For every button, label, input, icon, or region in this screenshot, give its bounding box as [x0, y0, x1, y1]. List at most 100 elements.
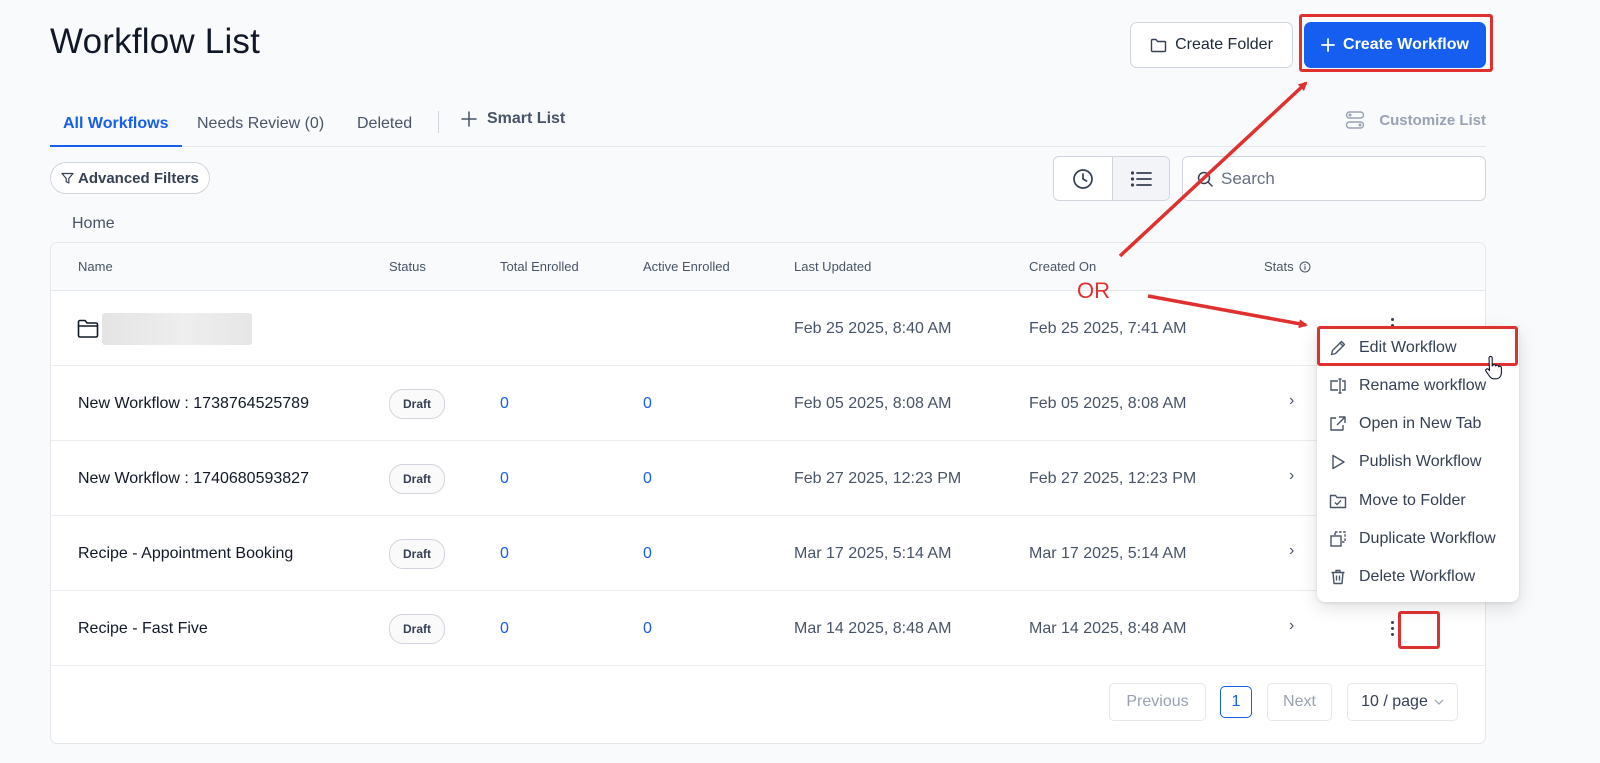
table-row[interactable]: Recipe - Fast Five Draft 0 0 Mar 14 2025…	[51, 591, 1485, 666]
customize-list-label: Customize List	[1379, 111, 1486, 129]
list-icon	[1130, 170, 1152, 187]
customize-icon	[1346, 111, 1365, 129]
workflow-table: Name Status Total Enrolled Active Enroll…	[50, 242, 1486, 744]
advanced-filters-label: Advanced Filters	[78, 169, 199, 187]
info-icon[interactable]	[1299, 261, 1311, 273]
menu-item-label: Duplicate Workflow	[1359, 530, 1496, 547]
smart-list-button[interactable]: Smart List	[461, 110, 565, 128]
last-updated-cell: Feb 05 2025, 8:08 AM	[794, 394, 952, 412]
menu-item-label: Publish Workflow	[1359, 453, 1482, 470]
recent-view-button[interactable]	[1054, 157, 1112, 200]
workflow-name-cell[interactable]: Recipe - Appointment Booking	[78, 516, 293, 591]
total-enrolled-cell[interactable]: 0	[500, 441, 509, 516]
row-actions-button[interactable]	[1387, 615, 1397, 641]
menu-item-delete-workflow[interactable]: Delete Workflow	[1317, 558, 1519, 596]
status-badge: Draft	[389, 388, 446, 419]
last-updated-cell: Mar 14 2025, 8:48 AM	[794, 619, 952, 637]
folder-move-icon	[1329, 494, 1347, 509]
workflow-name-cell[interactable]: New Workflow : 1740680593827	[78, 441, 309, 516]
search-icon	[1197, 171, 1213, 187]
page-size-select[interactable]: 10 / page	[1347, 683, 1458, 721]
status-badge: Draft	[389, 463, 446, 494]
create-folder-button[interactable]: Create Folder	[1130, 22, 1293, 68]
menu-item-label: Edit Workflow	[1359, 339, 1457, 356]
created-on-cell: Feb 27 2025, 12:23 PM	[1029, 469, 1197, 487]
created-on-cell: Feb 05 2025, 8:08 AM	[1029, 394, 1187, 412]
tab-all-workflows[interactable]: All Workflows	[50, 111, 182, 147]
create-folder-label: Create Folder	[1175, 36, 1273, 53]
menu-item-label: Delete Workflow	[1359, 568, 1476, 585]
table-row[interactable]: New Workflow : 1738764525789 Draft 0 0 F…	[51, 366, 1485, 441]
view-toggle	[1053, 156, 1170, 201]
table-row[interactable]: Feb 25 2025, 8:40 AM Feb 25 2025, 7:41 A…	[51, 291, 1485, 366]
status-cell: Draft	[389, 516, 446, 591]
menu-item-publish-workflow[interactable]: Publish Workflow	[1317, 443, 1519, 481]
search-field	[1182, 156, 1486, 201]
column-header-last-updated[interactable]: Last Updated	[794, 259, 871, 274]
tab-deleted[interactable]: Deleted	[344, 111, 425, 147]
smart-list-label: Smart List	[487, 110, 566, 127]
table-row[interactable]: New Workflow : 1740680593827 Draft 0 0 F…	[51, 441, 1485, 516]
status-badge: Draft	[389, 538, 446, 569]
active-enrolled-cell[interactable]: 0	[643, 591, 652, 666]
folder-icon	[1150, 38, 1167, 52]
folder-name-cell[interactable]	[77, 291, 252, 366]
pencil-icon	[1330, 340, 1346, 356]
total-enrolled-cell[interactable]: 0	[500, 591, 509, 666]
column-header-total-enrolled: Total Enrolled	[500, 259, 579, 274]
chevron-right-icon[interactable]: ›	[1289, 617, 1294, 635]
clock-icon	[1072, 168, 1093, 189]
last-updated-cell: Feb 25 2025, 8:40 AM	[794, 319, 952, 337]
tab-needs-review[interactable]: Needs Review (0)	[184, 111, 337, 147]
status-cell: Draft	[389, 441, 446, 516]
menu-item-move-to-folder[interactable]: Move to Folder	[1317, 482, 1519, 520]
next-page-button[interactable]: Next	[1267, 683, 1332, 721]
rename-icon	[1330, 378, 1346, 394]
total-enrolled-cell[interactable]: 0	[500, 516, 509, 591]
duplicate-icon	[1330, 531, 1346, 547]
list-view-button[interactable]	[1111, 157, 1169, 200]
created-on-cell: Mar 14 2025, 8:48 AM	[1029, 619, 1187, 637]
chevron-right-icon[interactable]: ›	[1289, 542, 1294, 560]
column-header-active-enrolled: Active Enrolled	[643, 259, 730, 274]
workflow-name-cell[interactable]: Recipe - Fast Five	[78, 591, 208, 666]
create-workflow-label: Create Workflow	[1343, 36, 1469, 53]
menu-item-duplicate-workflow[interactable]: Duplicate Workflow	[1317, 520, 1519, 558]
column-header-created-on[interactable]: Created On	[1029, 259, 1096, 274]
total-enrolled-cell[interactable]: 0	[500, 366, 509, 441]
page-title: Workflow List	[50, 22, 261, 61]
external-link-icon	[1330, 416, 1346, 431]
previous-page-button[interactable]: Previous	[1109, 683, 1206, 721]
page-size-label: 10 / page	[1361, 693, 1428, 710]
status-badge: Draft	[389, 613, 446, 644]
stats-label: Stats	[1264, 259, 1294, 274]
search-input[interactable]	[1221, 168, 1461, 189]
plus-icon	[1321, 38, 1335, 52]
last-updated-cell: Mar 17 2025, 5:14 AM	[794, 544, 952, 562]
menu-item-label: Open in New Tab	[1359, 415, 1482, 432]
play-icon	[1332, 454, 1345, 470]
created-on-cell: Mar 17 2025, 5:14 AM	[1029, 544, 1187, 562]
chevron-right-icon[interactable]: ›	[1289, 392, 1294, 410]
status-cell: Draft	[389, 591, 446, 666]
create-workflow-button[interactable]: Create Workflow	[1304, 22, 1486, 68]
last-updated-cell: Feb 27 2025, 12:23 PM	[794, 469, 962, 487]
table-row[interactable]: Recipe - Appointment Booking Draft 0 0 M…	[51, 516, 1485, 591]
workflow-name-cell[interactable]: New Workflow : 1738764525789	[78, 366, 309, 441]
active-enrolled-cell[interactable]: 0	[643, 366, 652, 441]
menu-item-open-new-tab[interactable]: Open in New Tab	[1317, 405, 1519, 443]
trash-icon	[1331, 569, 1345, 585]
customize-list-button[interactable]: Customize List	[1345, 110, 1486, 130]
filter-icon	[61, 172, 74, 184]
breadcrumb[interactable]: Home	[72, 215, 115, 233]
page-1-button[interactable]: 1	[1220, 686, 1252, 718]
folder-icon	[77, 319, 99, 338]
column-header-name[interactable]: Name	[78, 259, 113, 274]
active-enrolled-cell[interactable]: 0	[643, 441, 652, 516]
chevron-right-icon[interactable]: ›	[1289, 467, 1294, 485]
active-enrolled-cell[interactable]: 0	[643, 516, 652, 591]
advanced-filters-button[interactable]: Advanced Filters	[50, 162, 210, 194]
column-header-stats: Stats	[1264, 259, 1311, 274]
status-cell: Draft	[389, 366, 446, 441]
menu-item-label: Move to Folder	[1359, 492, 1466, 509]
